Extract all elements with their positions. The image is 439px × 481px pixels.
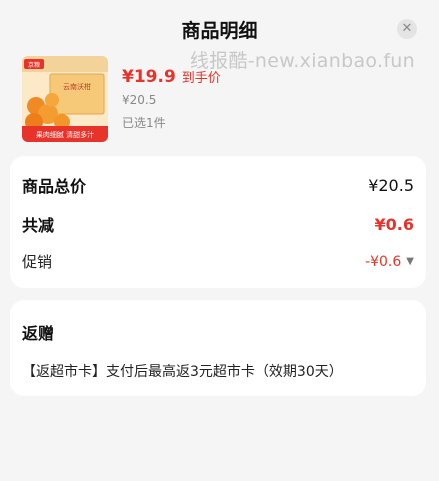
- price-row: ¥19.9 到手价: [122, 67, 221, 87]
- chevron-down-icon[interactable]: ▼: [406, 256, 414, 267]
- close-icon[interactable]: ✕: [397, 19, 417, 39]
- gift-description: 【返超市卡】支付后最高返3元超市卡（效期30天）: [22, 364, 343, 380]
- selected-count: 已选1件: [122, 116, 166, 130]
- product-image-brand: 京粮: [28, 61, 40, 69]
- product-image-graphic: 京粮 云南沃柑 果肉细腻 清甜多汁: [22, 56, 108, 142]
- gift-title: 返赠: [22, 324, 55, 343]
- discount-value: ¥0.6: [374, 214, 414, 234]
- discount-row: 共减 ¥0.6: [22, 212, 414, 236]
- total-label: 商品总价: [22, 177, 87, 196]
- promo-value-group[interactable]: -¥0.6 ▼: [365, 254, 414, 270]
- original-price: ¥20.5: [122, 93, 157, 107]
- promo-row[interactable]: 促销 -¥0.6 ▼: [22, 251, 414, 272]
- total-row: 商品总价 ¥20.5: [22, 173, 414, 197]
- gift-card: 返赠 【返超市卡】支付后最高返3元超市卡（效期30天）: [10, 300, 426, 396]
- promo-value: -¥0.6: [365, 253, 402, 270]
- page-title: 商品明细: [181, 20, 258, 42]
- product-thumbnail[interactable]: 京粮 云南沃柑 果肉细腻 清甜多汁: [22, 56, 108, 142]
- order-detail-sheet: 商品明细 ✕ 线报酷-new.xianbao.fun 京粮 云南沃柑 果肉细腻 …: [0, 0, 439, 481]
- watermark: 线报酷-new.xianbao.fun: [189, 50, 415, 72]
- total-value: ¥20.5: [368, 175, 414, 195]
- final-price-tag: 到手价: [181, 71, 221, 86]
- promo-label: 促销: [22, 253, 53, 271]
- product-image-banner: 果肉细腻 清甜多汁: [36, 130, 94, 139]
- product-image-name: 云南沃柑: [63, 82, 91, 91]
- final-price: ¥19.9: [122, 67, 176, 87]
- discount-label: 共减: [22, 216, 55, 235]
- price-summary-card: 商品总价 ¥20.5 共减 ¥0.6 促销 -¥0.6 ▼: [10, 156, 426, 288]
